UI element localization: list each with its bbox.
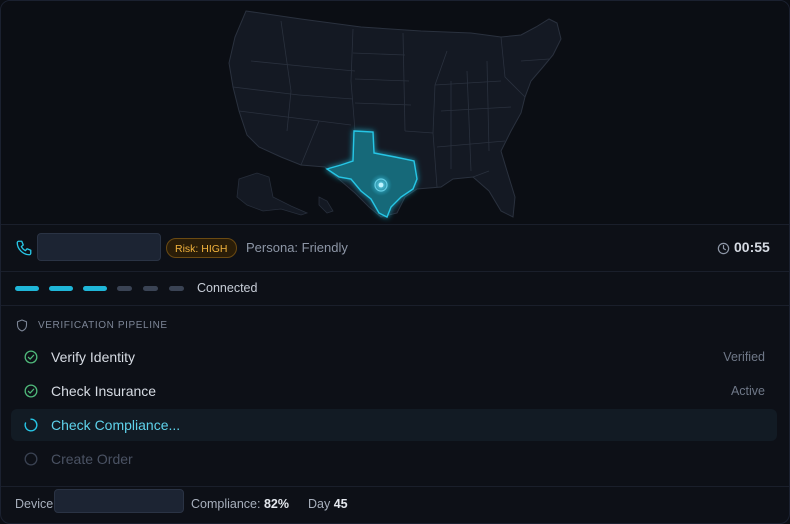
signal-segment-inactive	[117, 286, 132, 291]
empty-circle-icon	[24, 452, 38, 466]
pipeline-title: VERIFICATION PIPELINE	[38, 320, 168, 331]
spinner-icon	[24, 418, 38, 432]
call-timer: 00:55	[734, 239, 770, 255]
pipeline-step-check-compliance[interactable]: Check Compliance...	[11, 409, 777, 441]
pipeline-header: VERIFICATION PIPELINE	[1, 307, 789, 339]
compliance-value: 82%	[263, 497, 289, 511]
pipeline-step-verify-identity[interactable]: Verify Identity Verified	[11, 341, 777, 373]
signal-segment-active	[83, 286, 107, 291]
step-status: Verified	[723, 350, 765, 364]
shield-icon	[16, 319, 28, 332]
day-readout: Day 45	[308, 497, 348, 511]
clock-icon	[717, 242, 730, 255]
connection-label: Connected	[197, 281, 258, 295]
device-label: Device	[15, 497, 54, 511]
persona-label: Persona: Friendly	[246, 240, 348, 255]
step-name: Check Insurance	[51, 383, 157, 399]
us-map	[1, 1, 789, 224]
step-status: Active	[730, 384, 765, 398]
us-map-svg	[228, 10, 562, 218]
footer: Device Compliance: 82% Day 45	[1, 487, 789, 523]
compliance-label: Compliance:	[191, 497, 261, 511]
device-id-redacted	[54, 489, 184, 513]
compliance-readout: Compliance: 82%	[191, 497, 289, 511]
alaska-shape	[236, 172, 309, 216]
pipeline-step-create-order[interactable]: Create Order	[11, 443, 777, 475]
location-dot	[378, 182, 384, 188]
day-value: 45	[333, 497, 348, 511]
signal-segment-inactive	[169, 286, 184, 291]
signal-segment-active	[15, 286, 39, 291]
step-name: Create Order	[51, 451, 133, 467]
call-card: Risk: HIGH Persona: Friendly 00:55 Conne…	[0, 0, 790, 524]
call-bar: Risk: HIGH Persona: Friendly 00:55	[1, 225, 789, 271]
day-label: Day	[308, 497, 331, 511]
caller-number-redacted	[37, 233, 161, 261]
step-name: Verify Identity	[51, 349, 136, 365]
check-circle-icon	[24, 350, 38, 364]
check-circle-icon	[24, 384, 38, 398]
signal-segment-inactive	[143, 286, 158, 291]
divider	[1, 305, 789, 306]
divider	[1, 271, 789, 272]
phone-icon	[16, 240, 32, 256]
signal-segment-active	[49, 286, 73, 291]
risk-badge: Risk: HIGH	[166, 238, 237, 258]
connection-status: Connected	[1, 273, 789, 305]
pipeline-step-check-insurance[interactable]: Check Insurance Active	[11, 375, 777, 407]
step-name: Check Compliance...	[51, 417, 181, 433]
